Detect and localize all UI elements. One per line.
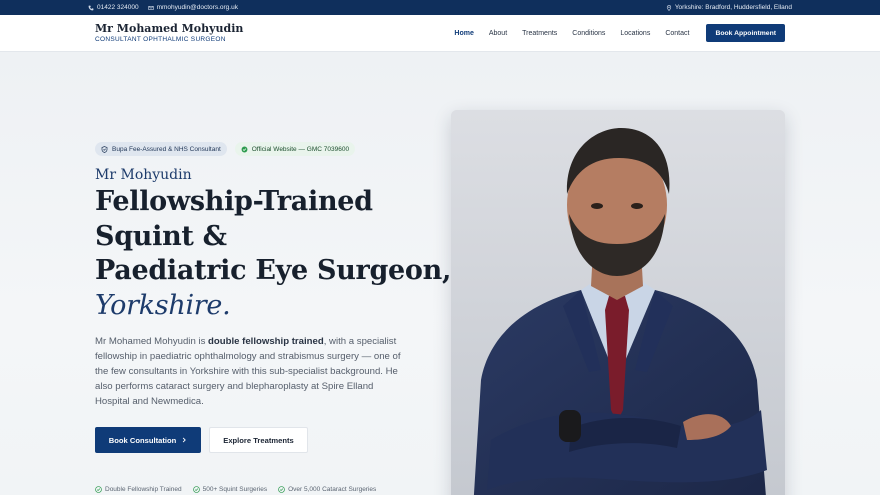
main-nav: Home About Treatments Conditions Locatio…: [454, 24, 785, 42]
top-contact-bar: 01422 324000 mmohyudin@doctors.org.uk Yo…: [0, 0, 880, 15]
stat-text: Double Fellowship Trained: [105, 486, 182, 493]
explore-treatments-button[interactable]: Explore Treatments: [209, 427, 308, 453]
official-badge-text: Official Website — GMC 7039600: [251, 145, 350, 153]
brand-subtitle: CONSULTANT OPHTHALMIC SURGEON: [95, 35, 226, 43]
book-consultation-label: Book Consultation: [108, 435, 177, 445]
locations-text: Yorkshire: Bradford, Huddersfield, Ellan…: [674, 4, 792, 11]
check-circle-icon: [95, 486, 102, 493]
bupa-badge: Bupa Fee-Assured & NHS Consultant: [95, 142, 227, 156]
email-link[interactable]: mmohyudin@doctors.org.uk: [147, 4, 238, 11]
stat-item: Double Fellowship Trained: [95, 486, 182, 493]
nav-item-home[interactable]: Home: [454, 30, 473, 37]
brand-logo[interactable]: Mr Mohamed Mohyudin CONSULTANT OPHTHALMI…: [95, 23, 243, 44]
hero-stats: Double Fellowship Trained 500+ Squint Su…: [95, 486, 376, 493]
locations-info: Yorkshire: Bradford, Huddersfield, Ellan…: [666, 4, 792, 11]
brand-name: Mr Mohamed Mohyudin: [95, 21, 244, 35]
mail-icon: [147, 5, 154, 10]
book-appointment-button[interactable]: Book Appointment: [706, 24, 785, 42]
headline-line-4: Yorkshire.: [95, 289, 231, 321]
bupa-badge-text: Bupa Fee-Assured & NHS Consultant: [112, 145, 221, 153]
nav-item-contact[interactable]: Contact: [665, 30, 689, 37]
phone-text: 01422 324000: [97, 4, 139, 11]
desc-bold: double fellowship trained: [208, 336, 324, 347]
hero-badges: Bupa Fee-Assured & NHS Consultant Offici…: [95, 142, 356, 156]
desc-pre: Mr Mohamed Mohyudin is: [95, 336, 209, 347]
check-circle-icon: [192, 486, 200, 493]
phone-icon: [88, 5, 94, 10]
location-pin-icon: [666, 4, 671, 11]
check-circle-icon: [241, 146, 248, 152]
chevron-right-icon: [183, 437, 187, 443]
stat-item: Over 5,000 Cataract Surgeries: [278, 486, 376, 493]
nav-item-conditions[interactable]: Conditions: [572, 30, 605, 37]
contact-group: 01422 324000 mmohyudin@doctors.org.uk: [88, 4, 238, 11]
hero-headline: Fellowship-Trained Squint & Paediatric E…: [95, 185, 452, 323]
nav-item-locations[interactable]: Locations: [620, 30, 650, 37]
headline-line-3: Paediatric Eye Surgeon,: [95, 255, 452, 286]
nav-item-about[interactable]: About: [489, 30, 507, 37]
hero-eyebrow: Mr Mohyudin: [95, 167, 192, 183]
nav-item-treatments[interactable]: Treatments: [522, 30, 557, 37]
stat-item: 500+ Squint Surgeries: [192, 486, 268, 493]
stat-text: 500+ Squint Surgeries: [202, 486, 268, 493]
headline-line-1: Fellowship-Trained: [95, 186, 373, 217]
hero-cta-row: Book Consultation Explore Treatments: [95, 427, 308, 453]
shield-icon: [101, 145, 108, 153]
phone-link[interactable]: 01422 324000: [88, 4, 139, 11]
surgeon-portrait: [451, 110, 785, 495]
portrait-illustration: [451, 110, 785, 495]
check-circle-icon: [278, 486, 285, 493]
stat-text: Over 5,000 Cataract Surgeries: [288, 486, 377, 493]
headline-line-2: Squint &: [95, 220, 227, 252]
hero-description: Mr Mohamed Mohyudin is double fellowship…: [95, 334, 405, 409]
book-consultation-button[interactable]: Book Consultation: [95, 427, 201, 453]
email-text: mmohyudin@doctors.org.uk: [156, 4, 238, 11]
official-badge: Official Website — GMC 7039600: [234, 142, 356, 156]
site-header: Mr Mohamed Mohyudin CONSULTANT OPHTHALMI…: [0, 15, 880, 52]
